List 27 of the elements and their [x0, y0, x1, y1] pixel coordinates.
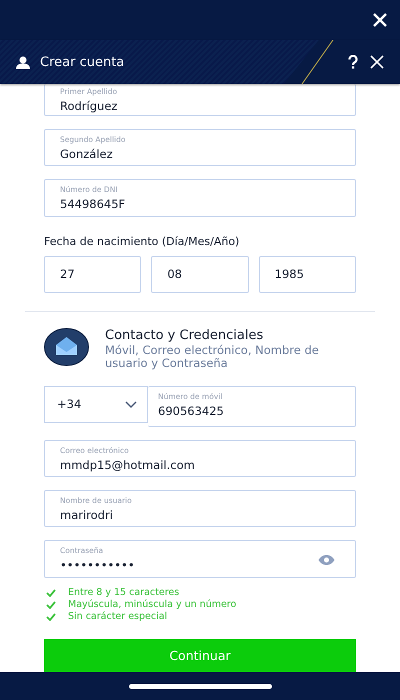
date-field[interactable]: 08 — [151, 256, 249, 293]
section-title: Contacto y Credenciales — [105, 328, 264, 344]
eye-icon[interactable] — [318, 555, 335, 566]
field-value: ••••••••••• — [60, 557, 135, 574]
password-rule: Sin carácter especial — [68, 611, 168, 622]
section-subtitle: Móvil, Correo electrónico, Nombre de usuario y Contraseña — [105, 344, 320, 370]
field-value: 690563425 — [158, 402, 224, 420]
accent-line — [302, 40, 334, 84]
birth-date-label: Fecha de nacimiento (Día/Mes/Año) — [44, 234, 240, 248]
home-indicator[interactable] — [128, 684, 272, 688]
field-value: 54498645F — [60, 196, 126, 214]
envelope-icon — [44, 328, 89, 366]
close-icon[interactable] — [370, 55, 384, 69]
header-title: Crear cuenta — [40, 54, 124, 70]
password-rule: Mayúscula, minúscula y un número — [68, 599, 236, 610]
date-field[interactable]: 27 — [44, 256, 142, 293]
user-icon — [16, 56, 30, 68]
help-icon[interactable] — [348, 55, 358, 69]
country-code-dropdown[interactable]: +34 — [44, 386, 148, 423]
field-value: González — [60, 146, 113, 163]
date-field[interactable]: 1985 — [258, 256, 356, 293]
field-value: marirodri — [60, 506, 113, 524]
close-icon[interactable] — [372, 12, 388, 28]
field-value: Rodríguez — [60, 98, 118, 115]
password-rule: Entre 8 y 15 caracteres — [68, 587, 180, 598]
chevron-down-icon — [125, 400, 137, 408]
field-value: mmdp15@hotmail.com — [60, 456, 195, 474]
